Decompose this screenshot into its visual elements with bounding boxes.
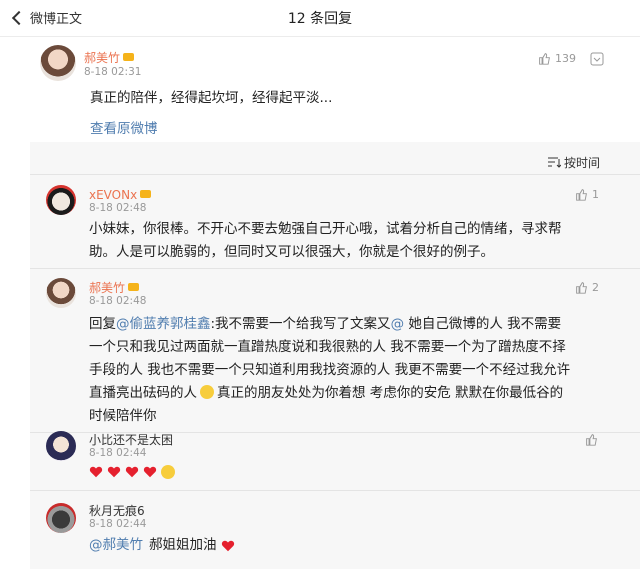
reply-time: 8-18 02:48 <box>89 295 147 307</box>
more-icon[interactable] <box>590 51 604 66</box>
reply-text-line: 一个只和我见过两面就一直蹭热度说和我很熟的人 我不需要一个为了蹭热度不择 <box>89 339 566 355</box>
vip-crown-icon <box>128 282 140 291</box>
avatar[interactable] <box>46 431 76 461</box>
heart-icon <box>221 540 234 551</box>
sort-label: 按时间 <box>564 156 601 170</box>
thumb-up-icon <box>576 189 587 201</box>
reply-text-line: 时候陪伴你 <box>89 408 157 424</box>
like-count: 1 <box>592 188 599 201</box>
divider <box>30 174 640 175</box>
like-count: 2 <box>592 281 599 294</box>
page-title: 12 条回复 <box>287 11 353 27</box>
avatar[interactable] <box>40 45 76 81</box>
reply-text-segment: 直播亮出砝码的人 <box>89 385 197 401</box>
avatar[interactable] <box>46 503 76 533</box>
heart-icon <box>89 466 103 478</box>
sort-button[interactable]: 按时间 <box>548 154 600 171</box>
reply-text-segment: :我不需要一个给我写了文案又 <box>210 316 391 332</box>
reply-author[interactable]: 秋月无痕6 <box>89 500 145 519</box>
thumb-up-icon <box>539 53 550 65</box>
like-count: 139 <box>555 52 576 65</box>
reply-prefix: 回复 <box>89 316 116 332</box>
username[interactable]: xEVONx <box>89 188 137 202</box>
vip-crown-icon <box>123 52 135 61</box>
sort-icon <box>548 157 561 168</box>
reply-time: 8-18 02:48 <box>89 202 147 214</box>
reply-author[interactable]: xEVONx <box>89 184 152 203</box>
reply-text-line: 回复@偷蓝养郭桂鑫:我不需要一个给我写了文案又@ 她自己微博的人 我不需要 <box>89 313 561 336</box>
reply-time: 8-18 02:44 <box>89 518 147 530</box>
thumb-up-icon <box>586 434 597 446</box>
reply-text-line: @郝美竹 郝姐姐加油 <box>89 534 239 557</box>
comment-text: 真正的陪伴，经得起坎坷，经得起平淡... <box>90 90 333 106</box>
avatar[interactable] <box>46 278 76 308</box>
avatar[interactable] <box>46 185 76 215</box>
like-button[interactable]: 1 <box>575 188 599 201</box>
header-divider <box>0 36 640 37</box>
reply-text-segment: 郝姐姐加油 <box>149 537 217 553</box>
reply-text-line: 直播亮出砝码的人 真正的朋友处处为你着想 考虑你的安危 默默在你最低谷的 <box>89 382 563 405</box>
like-button[interactable] <box>585 433 602 446</box>
divider <box>30 268 640 269</box>
mention-link[interactable]: @郝美竹 <box>89 534 143 557</box>
reply-author[interactable]: 郝美竹 <box>89 277 140 296</box>
comment-author[interactable]: 郝美竹 <box>84 47 135 66</box>
comment-time: 8-18 02:31 <box>84 66 142 78</box>
reply-time: 8-18 02:44 <box>89 447 147 459</box>
reply-text-line: 助。人是可以脆弱的，但同时又可以很强大，你就是个很好的例子。 <box>89 244 494 260</box>
reply-text-segment: 她自己微博的人 我不需要 <box>404 316 562 332</box>
heart-icon <box>125 466 139 478</box>
mention-link[interactable]: @偷蓝养郭桂鑫 <box>116 316 211 332</box>
like-button[interactable]: 139 <box>538 52 576 65</box>
vip-crown-icon <box>140 189 152 198</box>
username[interactable]: 郝美竹 <box>84 51 120 65</box>
username[interactable]: 秋月无痕6 <box>89 504 145 518</box>
heart-icon <box>143 466 157 478</box>
mention-link[interactable]: @ <box>391 316 405 332</box>
username[interactable]: 郝美竹 <box>89 281 125 295</box>
reply-text-line: 手段的人 我也不需要一个只知道利用我找资源的人 我更不需要一个不经过我允许 <box>89 362 571 378</box>
smile-emoji-icon <box>200 385 214 399</box>
heart-icon <box>107 466 121 478</box>
thumb-up-icon <box>576 282 587 294</box>
username[interactable]: 小比还不是太困 <box>89 433 173 447</box>
reply-text-segment: 真正的朋友处处为你着想 考虑你的安危 默默在你最低谷的 <box>217 385 564 401</box>
hug-emoji-icon <box>161 465 175 479</box>
view-original-link[interactable]: 查看原微博 <box>90 117 158 137</box>
reply-author[interactable]: 小比还不是太困 <box>89 429 173 448</box>
divider <box>30 490 640 491</box>
like-button[interactable]: 2 <box>575 281 599 294</box>
emoji-row <box>89 465 175 479</box>
reply-text-line: 小妹妹，你很棒。不开心不要去勉强自己开心哦，试着分析自己的情绪，寻求帮 <box>89 221 562 237</box>
